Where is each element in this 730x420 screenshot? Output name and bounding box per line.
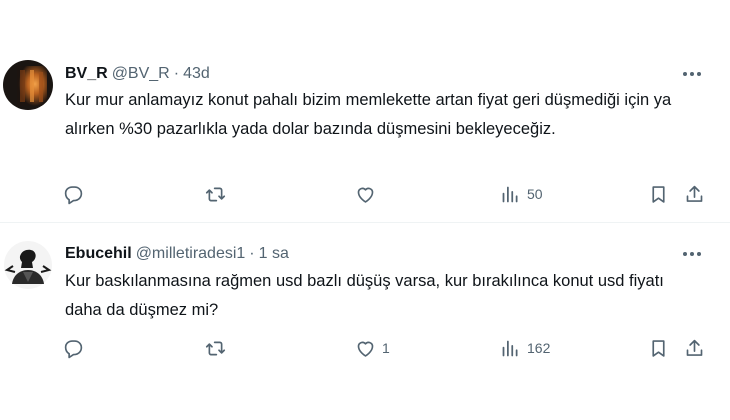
views-button[interactable]: 162 — [500, 333, 550, 363]
share-button[interactable] — [684, 333, 705, 363]
tweet[interactable]: BV_R @BV_R · 43d Kur mur anlamayız konut pa… — [0, 0, 730, 222]
tweet[interactable]: Ebucehil @milletiradesi1 · 1 sa Kur baskıla… — [0, 223, 730, 420]
share-button[interactable] — [684, 179, 705, 209]
action-bar: 50 — [0, 179, 730, 209]
retweet-button[interactable] — [205, 179, 226, 209]
retweet-button[interactable] — [205, 333, 226, 363]
view-count: 50 — [527, 186, 543, 202]
display-name[interactable]: Ebucehil — [65, 245, 132, 262]
views-icon — [500, 338, 521, 359]
share-icon — [684, 338, 705, 359]
view-count: 162 — [527, 340, 551, 356]
bookmark-icon — [648, 184, 669, 205]
tweet-text: Kur baskılanmasına rağmen usd bazlı düşü… — [65, 272, 664, 319]
separator: · — [173, 65, 180, 82]
heart-icon — [355, 338, 376, 359]
views-button[interactable]: 50 — [500, 179, 543, 209]
like-button[interactable] — [355, 179, 382, 209]
bookmark-button[interactable] — [648, 333, 669, 363]
like-button[interactable]: 1 — [355, 333, 390, 363]
avatar[interactable] — [3, 60, 53, 110]
user-handle[interactable]: @milletiradesi1 — [136, 245, 246, 262]
action-bar: 1 162 — [0, 333, 730, 363]
timestamp[interactable]: 43d — [183, 65, 210, 82]
views-icon — [500, 184, 521, 205]
share-icon — [684, 184, 705, 205]
user-handle[interactable]: @BV_R — [112, 65, 170, 82]
avatar[interactable] — [3, 240, 53, 290]
reply-button[interactable] — [63, 179, 84, 209]
tweet-text: Kur mur anlamayız konut pahalı bizim mem… — [65, 91, 672, 138]
reply-icon — [63, 184, 84, 205]
like-count: 1 — [382, 340, 390, 356]
display-name[interactable]: BV_R — [65, 65, 108, 82]
tweet-header: Ebucehil @milletiradesi1 · 1 sa — [65, 244, 289, 264]
more-icon[interactable] — [680, 244, 704, 264]
bookmark-icon — [648, 338, 669, 359]
tweet-header: BV_R @BV_R · 43d — [65, 64, 210, 84]
timestamp[interactable]: 1 sa — [259, 245, 289, 262]
retweet-icon — [205, 184, 226, 205]
reply-button[interactable] — [63, 333, 84, 363]
reply-icon — [63, 338, 84, 359]
heart-icon — [355, 184, 376, 205]
more-icon[interactable] — [680, 64, 704, 84]
separator: · — [249, 245, 255, 262]
retweet-icon — [205, 338, 226, 359]
bookmark-button[interactable] — [648, 179, 669, 209]
